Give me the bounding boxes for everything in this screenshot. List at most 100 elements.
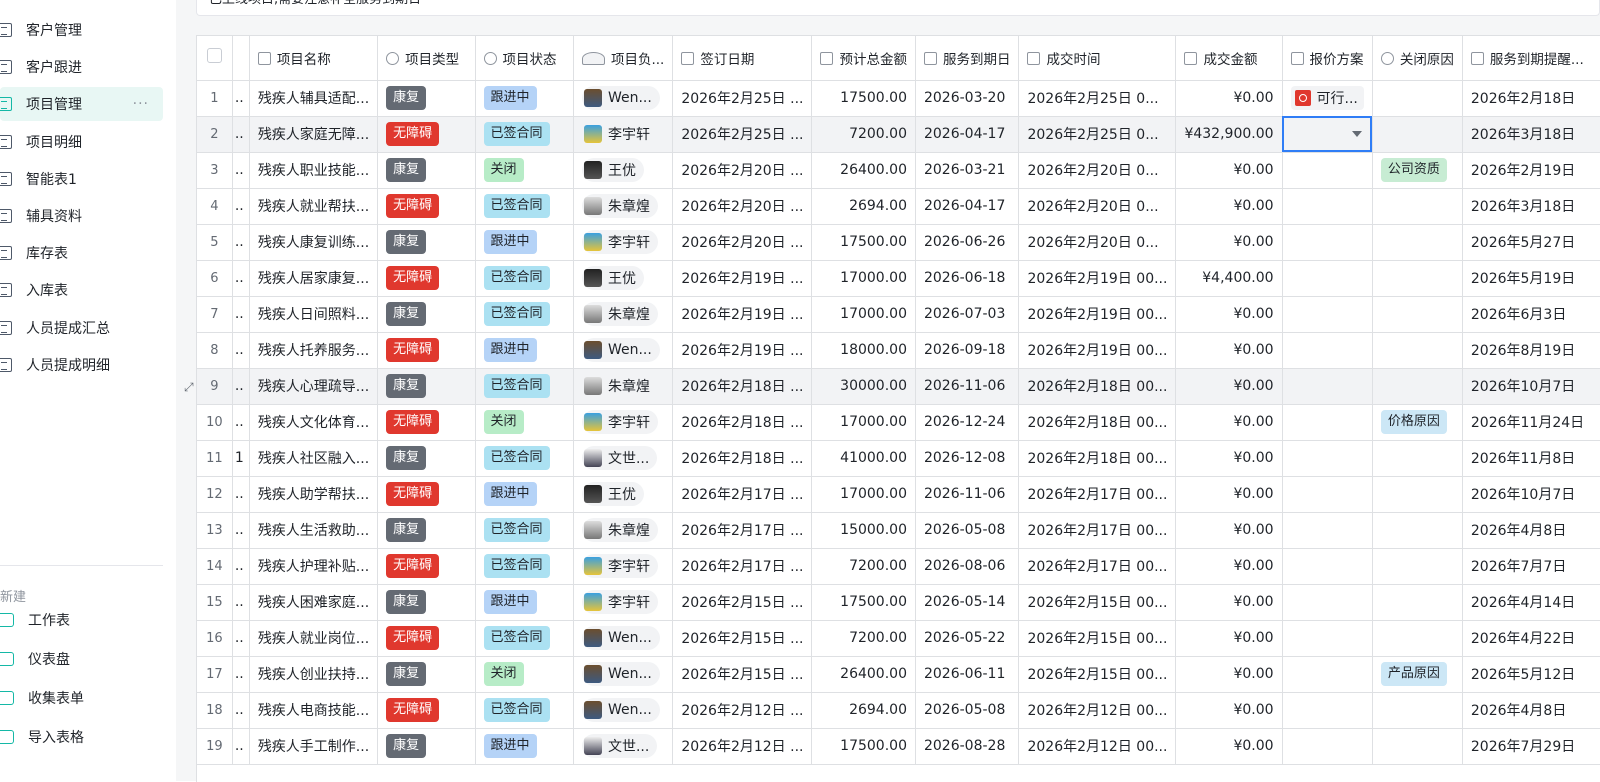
deal-time-cell[interactable]: 2026年2月18日 00... <box>1018 368 1177 405</box>
deal-time-cell[interactable]: 2026年2月19日 00... <box>1018 260 1177 297</box>
sidebar-item-0[interactable]: 客户管理 <box>0 13 163 47</box>
project-type-cell[interactable]: 康复 <box>377 440 476 477</box>
table-row[interactable]: 14.. 残疾人护理补贴... 无障碍 已签合同 李宇轩 2026年2月17日 ... 72… <box>197 548 1600 585</box>
due-date-cell[interactable]: 2026-03-21 <box>915 152 1020 189</box>
close-reason-cell[interactable] <box>1372 584 1463 621</box>
sidebar-item-6[interactable]: 库存表 <box>0 236 163 270</box>
sign-date-cell[interactable]: 2026年2月25日 ... <box>672 80 813 117</box>
deal-amount-cell[interactable]: ¥0.00 <box>1175 656 1283 693</box>
due-date-cell[interactable]: 2026-05-14 <box>915 584 1020 621</box>
close-reason-cell[interactable]: 产品原因 <box>1372 656 1463 693</box>
column-header-due-date[interactable]: 服务到期日 <box>915 36 1020 81</box>
due-date-cell[interactable]: 2026-03-20 <box>915 80 1020 117</box>
column-header-type[interactable]: 项目类型 <box>377 36 476 81</box>
sign-date-cell[interactable]: 2026年2月20日 ... <box>672 152 813 189</box>
est-amount-cell[interactable]: 17500.00 <box>811 584 916 621</box>
deal-amount-cell[interactable]: ¥0.00 <box>1175 476 1283 513</box>
est-amount-cell[interactable]: 30000.00 <box>811 368 916 405</box>
project-status-cell[interactable]: 跟进中 <box>475 224 574 261</box>
est-amount-cell[interactable]: 7200.00 <box>811 620 916 657</box>
project-status-cell[interactable]: 跟进中 <box>475 584 574 621</box>
column-header-deal-amount[interactable]: 成交金额 <box>1175 36 1283 81</box>
reminder-cell[interactable]: 2026年5月27日 <box>1462 224 1600 261</box>
project-owner-cell[interactable]: Wen... <box>573 80 674 117</box>
deal-time-cell[interactable]: 2026年2月20日 0... <box>1018 224 1177 261</box>
project-type-cell[interactable]: 无障碍 <box>377 692 476 729</box>
row-prefix-cell[interactable]: .. <box>232 332 250 369</box>
project-type-cell[interactable]: 康复 <box>377 656 476 693</box>
reminder-cell[interactable]: 2026年6月3日 <box>1462 296 1600 333</box>
table-row[interactable]: 12.. 残疾人助学帮扶... 无障碍 跟进中 王优 2026年2月17日 ... 1700… <box>197 476 1600 513</box>
project-name-cell[interactable]: 残疾人电商技能... <box>249 692 379 729</box>
close-reason-cell[interactable] <box>1372 224 1463 261</box>
reminder-cell[interactable]: 2026年4月14日 <box>1462 584 1600 621</box>
deal-time-cell[interactable]: 2026年2月17日 00... <box>1018 548 1177 585</box>
more-icon[interactable]: ··· <box>133 96 149 112</box>
close-reason-cell[interactable] <box>1372 296 1463 333</box>
project-owner-cell[interactable]: 朱章煌 <box>573 296 674 333</box>
deal-amount-cell[interactable]: ¥0.00 <box>1175 80 1283 117</box>
est-amount-cell[interactable]: 2694.00 <box>811 188 916 225</box>
project-type-cell[interactable]: 康复 <box>377 728 476 765</box>
deal-time-cell[interactable]: 2026年2月15日 00... <box>1018 584 1177 621</box>
deal-amount-cell[interactable]: ¥0.00 <box>1175 404 1283 441</box>
close-reason-cell[interactable] <box>1372 80 1463 117</box>
project-type-cell[interactable]: 康复 <box>377 512 476 549</box>
close-reason-cell[interactable] <box>1372 260 1463 297</box>
close-reason-cell[interactable]: 公司资质 <box>1372 152 1463 189</box>
sign-date-cell[interactable]: 2026年2月17日 ... <box>672 548 813 585</box>
table-row[interactable]: 2.. 残疾人家庭无障... 无障碍 已签合同 李宇轩 2026年2月25日 ... 720… <box>197 116 1600 153</box>
project-status-cell[interactable]: 已签合同 <box>475 440 574 477</box>
deal-time-cell[interactable]: 2026年2月15日 00... <box>1018 620 1177 657</box>
reminder-cell[interactable]: 2026年4月22日 <box>1462 620 1600 657</box>
project-type-cell[interactable]: 无障碍 <box>377 476 476 513</box>
project-owner-cell[interactable]: Wen... <box>573 656 674 693</box>
due-date-cell[interactable]: 2026-06-11 <box>915 656 1020 693</box>
sidebar-item-7[interactable]: 入库表 <box>0 273 163 307</box>
project-owner-cell[interactable]: 王优 <box>573 260 674 297</box>
deal-time-cell[interactable]: 2026年2月20日 0... <box>1018 188 1177 225</box>
due-date-cell[interactable]: 2026-04-17 <box>915 188 1020 225</box>
project-name-cell[interactable]: 残疾人创业扶持... <box>249 656 379 693</box>
close-reason-cell[interactable] <box>1372 476 1463 513</box>
deal-amount-cell[interactable]: ¥0.00 <box>1175 224 1283 261</box>
sign-date-cell[interactable]: 2026年2月17日 ... <box>672 512 813 549</box>
est-amount-cell[interactable]: 7200.00 <box>811 116 916 153</box>
reminder-cell[interactable]: 2026年11月24日 <box>1462 404 1600 441</box>
reminder-cell[interactable]: 2026年7月7日 <box>1462 548 1600 585</box>
close-reason-cell[interactable] <box>1372 548 1463 585</box>
project-name-cell[interactable]: 残疾人文化体育... <box>249 404 379 441</box>
project-owner-cell[interactable]: 王优 <box>573 476 674 513</box>
due-date-cell[interactable]: 2026-08-06 <box>915 548 1020 585</box>
deal-amount-cell[interactable]: ¥432,900.00 <box>1175 116 1283 153</box>
est-amount-cell[interactable]: 17000.00 <box>811 404 916 441</box>
project-name-cell[interactable]: 残疾人康复训练... <box>249 224 379 261</box>
est-amount-cell[interactable]: 26400.00 <box>811 152 916 189</box>
reminder-cell[interactable]: 2026年11月8日 <box>1462 440 1600 477</box>
row-prefix-cell[interactable]: 1 <box>232 440 250 477</box>
row-prefix-cell[interactable]: .. <box>232 260 250 297</box>
project-status-cell[interactable]: 已签合同 <box>475 512 574 549</box>
table-row[interactable]: 15.. 残疾人困难家庭... 康复 跟进中 李宇轩 2026年2月15日 ... 1750… <box>197 584 1600 621</box>
deal-amount-cell[interactable]: ¥4,400.00 <box>1175 260 1283 297</box>
project-name-cell[interactable]: 残疾人职业技能... <box>249 152 379 189</box>
project-name-cell[interactable]: 残疾人心理疏导... <box>249 368 379 405</box>
project-type-cell[interactable]: 康复 <box>377 296 476 333</box>
quote-plan-cell[interactable] <box>1282 620 1373 657</box>
project-owner-cell[interactable]: Wen... <box>573 332 674 369</box>
close-reason-cell[interactable] <box>1372 728 1463 765</box>
project-type-cell[interactable]: 康复 <box>377 368 476 405</box>
est-amount-cell[interactable]: 7200.00 <box>811 548 916 585</box>
deal-time-cell[interactable]: 2026年2月15日 00... <box>1018 656 1177 693</box>
project-type-cell[interactable]: 无障碍 <box>377 620 476 657</box>
row-prefix-cell[interactable]: .. <box>232 476 250 513</box>
close-reason-cell[interactable] <box>1372 332 1463 369</box>
quote-plan-cell[interactable] <box>1282 584 1373 621</box>
deal-time-cell[interactable]: 2026年2月17日 00... <box>1018 512 1177 549</box>
est-amount-cell[interactable]: 18000.00 <box>811 332 916 369</box>
reminder-cell[interactable]: 2026年3月18日 <box>1462 188 1600 225</box>
project-type-cell[interactable]: 无障碍 <box>377 188 476 225</box>
deal-amount-cell[interactable]: ¥0.00 <box>1175 152 1283 189</box>
project-type-cell[interactable]: 康复 <box>377 152 476 189</box>
due-date-cell[interactable]: 2026-12-08 <box>915 440 1020 477</box>
